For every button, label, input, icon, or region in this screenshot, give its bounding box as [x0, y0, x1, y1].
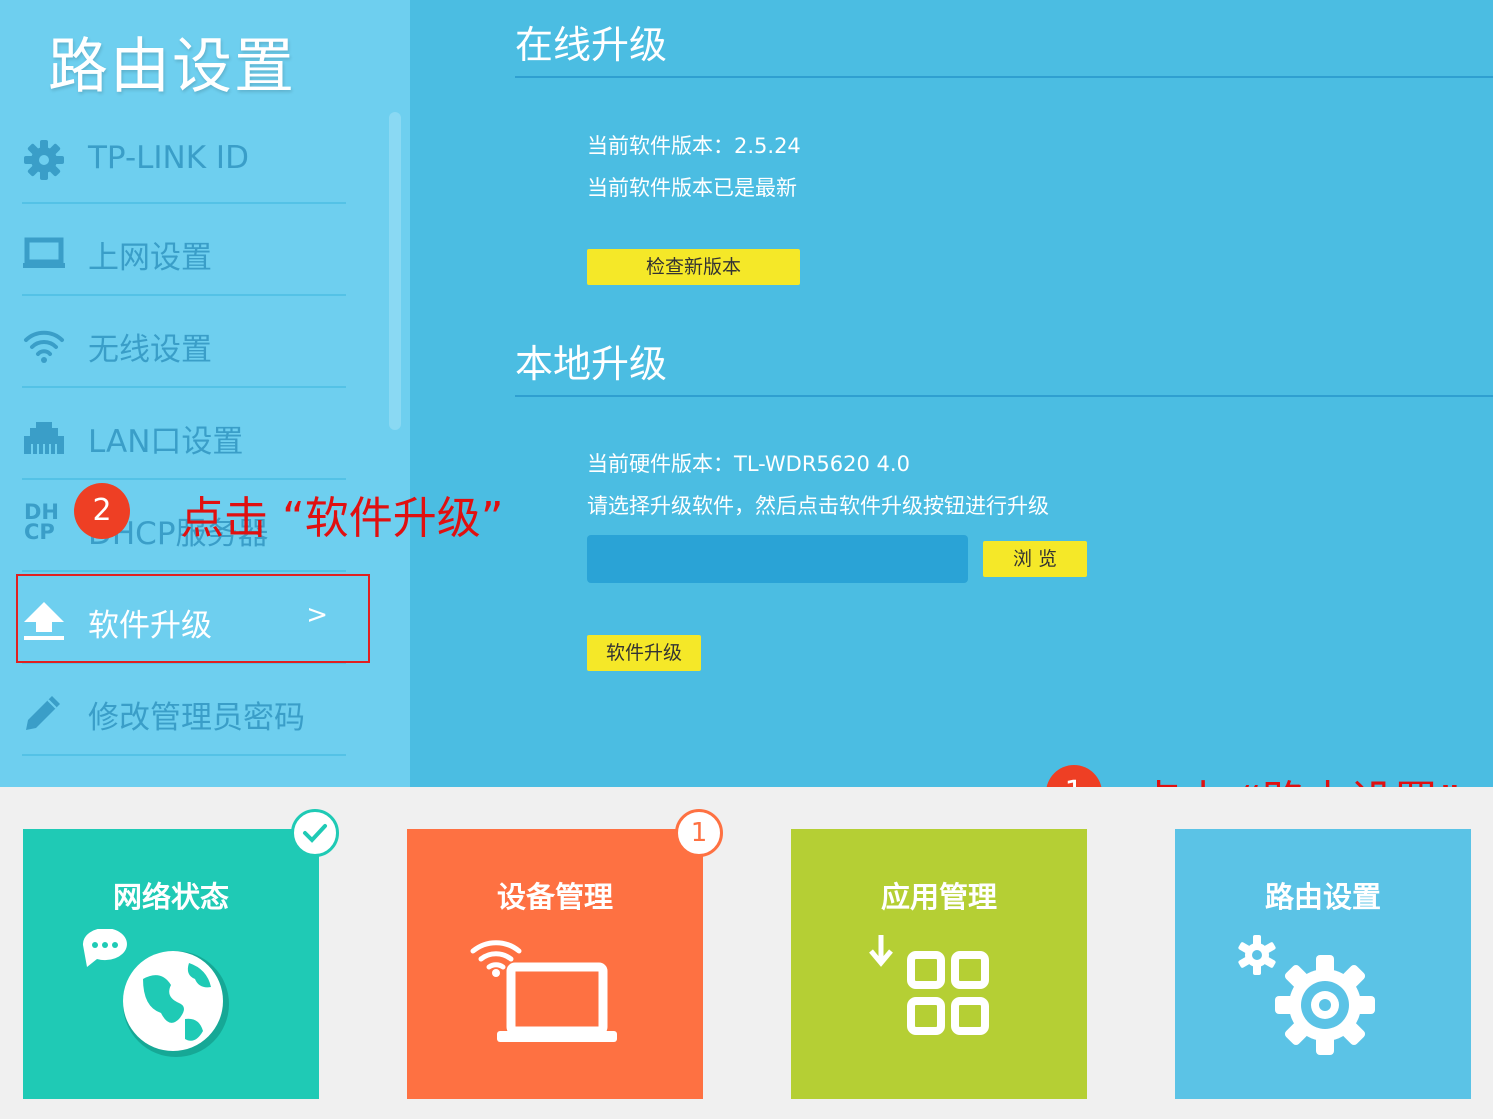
- gear-icon: [22, 138, 66, 182]
- tile-label: 设备管理: [496, 880, 613, 914]
- notification-badge: 1: [675, 809, 723, 857]
- dhcp-icon: DH CP: [24, 500, 60, 544]
- tile-router-settings[interactable]: 路由设置: [1175, 829, 1471, 1099]
- hardware-version: 当前硬件版本：TL-WDR5620 4.0: [587, 452, 910, 476]
- sidebar: 路由设置 TP-LINK ID 上网设置 无线设置 LAN口设置 DH CP D…: [0, 0, 410, 787]
- section-title-local: 本地升级: [515, 342, 668, 386]
- sidebar-scrollbar[interactable]: [389, 112, 401, 430]
- divider: [515, 395, 1493, 397]
- apps-grid-icon: [869, 935, 989, 1035]
- laptop-wifi-icon: [470, 940, 617, 1042]
- sidebar-item-tplink-id[interactable]: TP-LINK ID: [22, 112, 346, 204]
- tile-device-management[interactable]: 设备管理: [407, 829, 703, 1099]
- tile-label: 网络状态: [112, 880, 229, 914]
- section-title-online: 在线升级: [515, 23, 668, 67]
- wifi-icon: [22, 322, 66, 366]
- gears-icon: [1238, 935, 1375, 1055]
- tile-label: 应用管理: [880, 880, 997, 914]
- step-2-marker: 2: [74, 483, 130, 539]
- sidebar-item-label: 无线设置: [88, 332, 212, 368]
- main-content: 在线升级 当前软件版本：2.5.24 当前软件版本已是最新 检查新版本 本地升级…: [410, 0, 1493, 787]
- browse-button[interactable]: 浏 览: [983, 541, 1087, 577]
- sidebar-item-label: TP-LINK ID: [88, 140, 249, 176]
- sidebar-item-label: 修改管理员密码: [88, 700, 305, 736]
- upgrade-instruction: 请选择升级软件，然后点击软件升级按钮进行升级: [587, 494, 1049, 518]
- sidebar-item-internet[interactable]: 上网设置: [22, 204, 346, 296]
- pencil-icon: [22, 690, 66, 734]
- sidebar-title: 路由设置: [48, 32, 296, 102]
- tile-network-status[interactable]: 网络状态: [23, 829, 319, 1099]
- highlight-box: [16, 574, 370, 663]
- sidebar-item-lan[interactable]: LAN口设置: [22, 388, 346, 480]
- step-2-annotation: 点击 “软件升级”: [180, 493, 504, 544]
- lan-port-icon: [22, 414, 66, 458]
- firmware-file-field[interactable]: [587, 535, 968, 583]
- check-badge-icon: [291, 809, 339, 857]
- laptop-icon: [22, 230, 66, 274]
- divider: [515, 76, 1493, 78]
- globe-chat-icon: [82, 929, 229, 1057]
- sidebar-item-label: LAN口设置: [88, 424, 244, 460]
- sidebar-item-admin-password[interactable]: 修改管理员密码: [22, 664, 346, 756]
- sidebar-item-wireless[interactable]: 无线设置: [22, 296, 346, 388]
- current-software-version: 当前软件版本：2.5.24: [587, 134, 801, 158]
- sidebar-item-label: 上网设置: [88, 240, 212, 276]
- check-update-button[interactable]: 检查新版本: [587, 249, 800, 285]
- version-status: 当前软件版本已是最新: [587, 176, 797, 200]
- firmware-upgrade-button[interactable]: 软件升级: [587, 635, 701, 671]
- tile-label: 路由设置: [1264, 880, 1381, 914]
- tile-app-management[interactable]: 应用管理: [791, 829, 1087, 1099]
